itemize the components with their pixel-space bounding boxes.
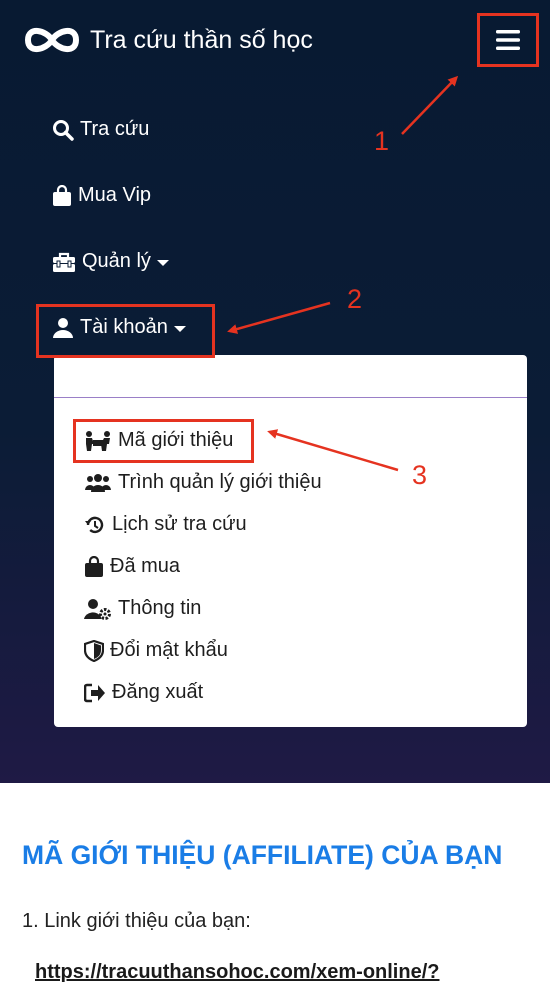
menu-item-dang-xuat[interactable]: Đăng xuất	[84, 681, 203, 704]
referral-link-label: 1. Link giới thiệu của bạn:	[22, 910, 251, 932]
nav-label: Tra cứu	[80, 118, 150, 140]
menu-item-label: Trình quản lý giới thiệu	[118, 471, 322, 493]
menu-item-lich-su-tra-cuu[interactable]: Lịch sử tra cứu	[84, 513, 247, 536]
menu-item-label: Đăng xuất	[112, 681, 204, 703]
infinity-logo-icon	[24, 28, 80, 52]
shopping-bag-icon	[53, 184, 71, 206]
menu-item-doi-mat-khau[interactable]: Đổi mật khẩu	[84, 639, 228, 662]
users-icon	[85, 473, 111, 492]
sign-out-icon	[84, 683, 105, 702]
search-icon	[53, 119, 74, 141]
brand-title: Tra cứu thần số học	[90, 25, 313, 54]
account-dropdown-menu: Mã giới thiệu Trình quản lý giới thiệu L…	[54, 355, 527, 727]
toolbox-icon	[53, 252, 75, 272]
dropdown-divider	[54, 397, 527, 398]
menu-item-trinh-quan-ly-gioi-thieu[interactable]: Trình quản lý giới thiệu	[84, 471, 322, 494]
menu-item-label: Lịch sử tra cứu	[112, 513, 247, 535]
shield-icon	[84, 639, 104, 662]
user-cog-icon	[84, 598, 111, 620]
annotation-box-account	[36, 304, 215, 358]
nav-item-mua-vip[interactable]: Mua Vip	[52, 184, 151, 207]
annotation-box-menu-toggle	[477, 13, 539, 67]
navbar: Tra cứu thần số học Tra cứu Mua Vip Quản…	[0, 0, 550, 783]
caret-down-icon	[156, 259, 169, 266]
nav-item-tra-cuu[interactable]: Tra cứu	[52, 118, 149, 141]
nav-item-quan-ly[interactable]: Quản lý	[52, 250, 169, 273]
nav-label: Mua Vip	[78, 184, 152, 206]
referral-link[interactable]: https://tracuuthansohoc.com/xem-online/?	[35, 961, 439, 984]
annotation-number-3: 3	[412, 460, 428, 490]
annotation-number-2: 2	[347, 284, 363, 314]
nav-label: Quản lý	[82, 250, 151, 272]
annotation-number-1: 1	[374, 126, 390, 156]
menu-item-da-mua[interactable]: Đã mua	[84, 555, 180, 578]
page-title: MÃ GIỚI THIỆU (AFFILIATE) CỦA BẠN	[22, 840, 503, 870]
history-icon	[85, 516, 104, 533]
menu-item-label: Đã mua	[110, 555, 181, 577]
menu-item-thong-tin[interactable]: Thông tin	[84, 597, 201, 620]
menu-item-label: Thông tin	[118, 597, 202, 619]
menu-item-label: Đổi mật khẩu	[110, 639, 228, 661]
shopping-bag-icon	[85, 555, 103, 577]
brand[interactable]: Tra cứu thần số học	[22, 20, 313, 60]
annotation-box-referral	[73, 419, 254, 463]
